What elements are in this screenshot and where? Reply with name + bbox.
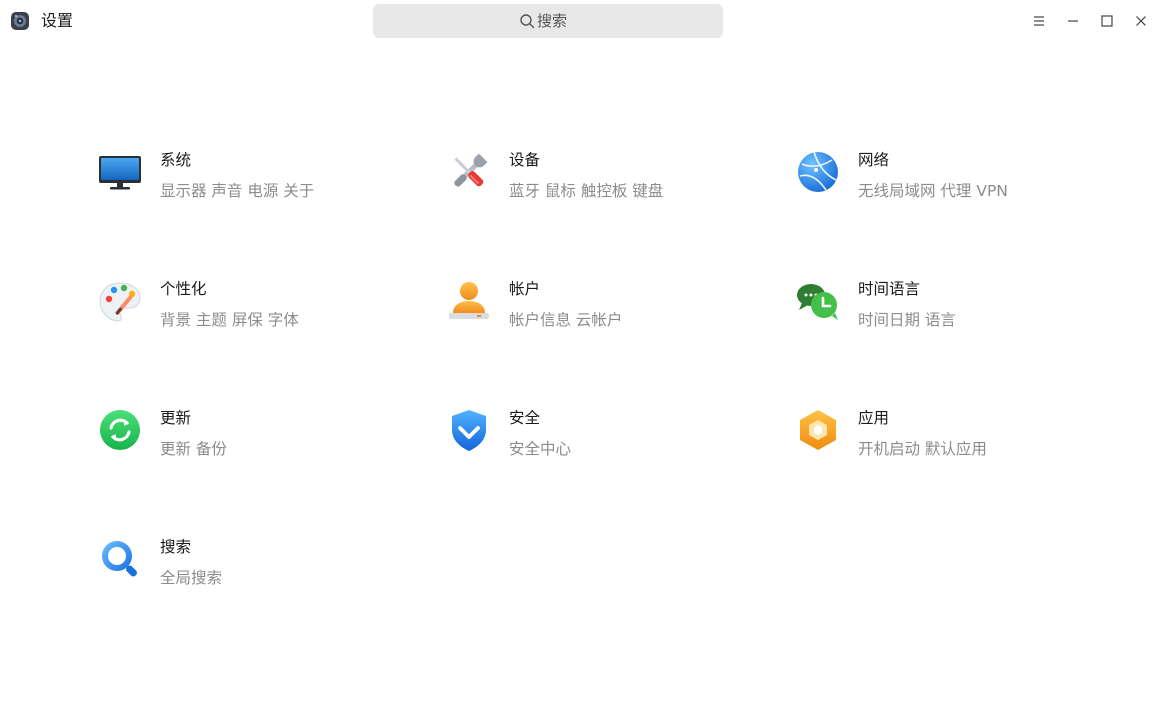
settings-category-grid: 系统 显示器 声音 电源 关于 设备 蓝牙 鼠标 触控板 键盘 网络 无线局域网…	[0, 0, 1160, 720]
category-devices[interactable]: 设备 蓝牙 鼠标 触控板 键盘	[447, 150, 747, 220]
category-system[interactable]: 系统 显示器 声音 电源 关于	[98, 150, 398, 220]
category-description: 无线局域网 代理 VPN	[858, 182, 1008, 200]
category-title: 应用	[858, 409, 890, 427]
category-title: 帐户	[509, 280, 541, 298]
category-description: 更新 备份	[160, 440, 227, 458]
clock-chat-icon	[796, 279, 840, 323]
category-description: 蓝牙 鼠标 触控板 键盘	[509, 182, 664, 200]
category-title: 更新	[160, 409, 192, 427]
category-personalization[interactable]: 个性化 背景 主题 屏保 字体	[98, 279, 398, 349]
category-title: 网络	[858, 151, 890, 169]
category-title: 时间语言	[858, 280, 921, 298]
category-accounts[interactable]: 帐户 帐户信息 云帐户	[447, 279, 747, 349]
globe-icon	[796, 150, 840, 194]
category-update[interactable]: 更新 更新 备份	[98, 408, 398, 478]
category-description: 开机启动 默认应用	[858, 440, 987, 458]
category-description: 显示器 声音 电源 关于	[160, 182, 315, 200]
category-title: 搜索	[160, 538, 192, 556]
category-description: 背景 主题 屏保 字体	[160, 311, 299, 329]
category-security[interactable]: 安全 安全中心	[447, 408, 747, 478]
monitor-icon	[98, 150, 142, 194]
category-title: 个性化	[160, 280, 207, 298]
category-description: 全局搜索	[160, 569, 223, 587]
category-applications[interactable]: 应用 开机启动 默认应用	[796, 408, 1096, 478]
palette-icon	[98, 279, 142, 323]
category-network[interactable]: 网络 无线局域网 代理 VPN	[796, 150, 1096, 220]
category-search[interactable]: 搜索 全局搜索	[98, 537, 398, 607]
category-title: 安全	[509, 409, 541, 427]
category-title: 设备	[509, 151, 541, 169]
category-time-language[interactable]: 时间语言 时间日期 语言	[796, 279, 1096, 349]
refresh-icon	[98, 408, 142, 452]
category-title: 系统	[160, 151, 192, 169]
tools-icon	[447, 150, 491, 194]
user-icon	[447, 279, 491, 323]
apps-hexagon-icon	[796, 408, 840, 452]
settings-window: 设置 搜索 系统 显示器 声音 电源 关于 设备 蓝牙 鼠标 触控板 键盘 网络…	[0, 0, 1160, 720]
category-description: 安全中心	[509, 440, 572, 458]
shield-icon	[447, 408, 491, 452]
category-description: 帐户信息 云帐户	[509, 311, 623, 329]
magnifier-icon	[98, 537, 142, 581]
category-description: 时间日期 语言	[858, 311, 956, 329]
